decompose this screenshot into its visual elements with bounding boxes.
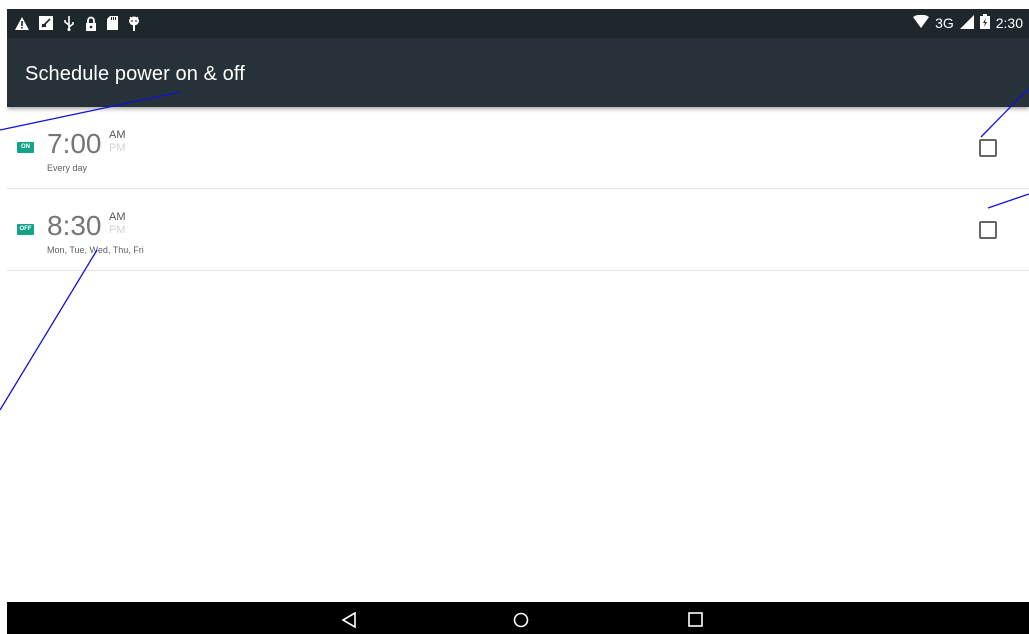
schedule-time: 7:00 [47, 128, 102, 159]
pm-label: PM [109, 142, 126, 154]
app-bar: Schedule power on & off [7, 38, 1029, 107]
no-sim-icon [39, 16, 53, 30]
am-label: AM [109, 129, 126, 141]
navigation-bar [7, 602, 1029, 634]
signal-icon [959, 14, 974, 32]
enable-checkbox[interactable] [979, 221, 997, 239]
status-bar: 3G 2:30 [7, 9, 1029, 38]
lock-icon [85, 16, 97, 31]
schedule-item-power-on[interactable]: ON 7:00 AM PM Every day [7, 107, 1029, 189]
screen: 3G 2:30 Schedule power on & off ON 7:00 … [7, 9, 1029, 634]
android-debug-icon [128, 16, 140, 31]
network-type: 3G [935, 15, 954, 31]
home-icon[interactable] [513, 612, 529, 633]
ampm-indicator: AM PM [109, 211, 126, 237]
power-on-badge: ON [17, 142, 34, 153]
pm-label: PM [109, 224, 126, 236]
schedule-list: ON 7:00 AM PM Every day OFF 8:30 AM PM M… [7, 107, 1029, 271]
back-icon[interactable] [341, 611, 356, 633]
page-title: Schedule power on & off [25, 63, 245, 85]
battery-icon [979, 14, 990, 32]
power-off-badge: OFF [17, 224, 34, 235]
recents-icon[interactable] [688, 612, 703, 632]
ampm-indicator: AM PM [109, 129, 126, 155]
usb-icon [63, 15, 75, 31]
status-time: 2:30 [995, 15, 1023, 31]
am-label: AM [109, 211, 126, 223]
repeat-days: Mon, Tue, Wed, Thu, Fri [47, 245, 144, 255]
schedule-item-power-off[interactable]: OFF 8:30 AM PM Mon, Tue, Wed, Thu, Fri [7, 189, 1029, 271]
sd-card-icon [107, 16, 118, 30]
warning-icon [15, 16, 29, 30]
wifi-icon [913, 14, 930, 31]
schedule-time: 8:30 [47, 210, 102, 241]
repeat-days: Every day [47, 163, 88, 173]
enable-checkbox[interactable] [979, 139, 997, 157]
